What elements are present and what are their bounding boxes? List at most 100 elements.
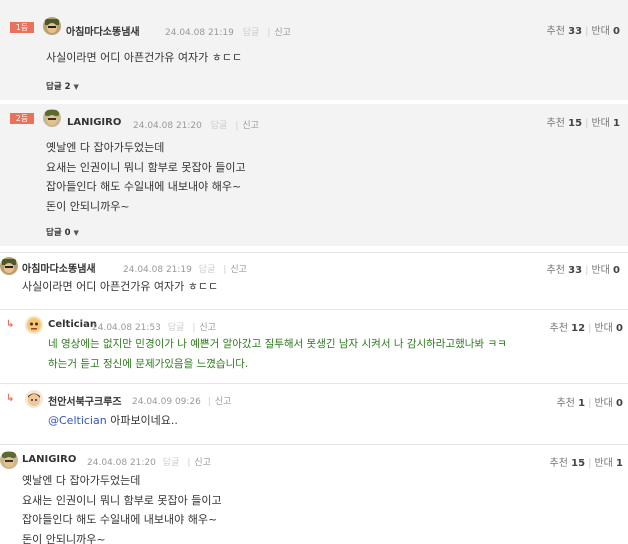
comment-date: 24.04.09 09:26 [132, 397, 201, 407]
vote-counts: 추천 15 | 반대 1 [547, 114, 620, 129]
replies-count: 답글 0 [46, 228, 71, 238]
replies-toggle[interactable]: 답글 0 ▼ [46, 226, 79, 238]
comment-author[interactable]: Celtician [48, 319, 97, 330]
comment-line: 하는거 듣고 정신에 문제가있음을 느꼈습니다. [48, 357, 249, 370]
recommend-button[interactable]: 추천 1 [557, 398, 586, 409]
divider: | [585, 118, 589, 129]
comment-meta: 24.04.08 21:20 답글 | 신고 [133, 118, 259, 131]
oppose-button[interactable]: 반대 1 [594, 458, 623, 469]
comment-line: 네 영상에는 없지만 민경이가 나 예쁜거 알아갔고 질투해서 못생긴 남자 시… [48, 338, 507, 350]
report-link[interactable]: 신고 [274, 28, 291, 38]
caret-down-icon: ▼ [73, 83, 79, 91]
military-cap-avatar-icon[interactable] [43, 109, 61, 127]
rank-badge: 2등 [10, 113, 34, 124]
comment-date: 24.04.08 21:19 [123, 265, 192, 275]
reply-item: ↳ 천안서북구크루즈 24.04.09 09:26 | 신고 추천 1 | 반대 0 … [0, 383, 628, 441]
reply-arrow-icon: ↳ [6, 393, 15, 404]
reply-link[interactable]: 답글 [163, 458, 180, 468]
oppose-label: 반대 [591, 26, 610, 37]
reply-link[interactable]: 답글 [199, 265, 216, 275]
robot-avatar-icon[interactable] [25, 316, 43, 334]
comment-line: 돈이 안되니까우~ [22, 532, 106, 544]
recommend-count: 15 [571, 458, 586, 469]
comment-item: 아침마다소똥냄새 24.04.08 21:19 답글 | 신고 추천 33 | 반대 0… [0, 252, 628, 300]
comment-date: 24.04.08 21:19 [165, 28, 234, 38]
oppose-button[interactable]: 반대 0 [594, 398, 623, 409]
divider: | [192, 323, 196, 333]
brown-hair-avatar-icon[interactable] [25, 390, 43, 408]
caret-down-icon: ▼ [73, 229, 79, 237]
oppose-count: 1 [613, 118, 620, 129]
reply-item: ↳ Celtician 24.04.08 21:53 답글 | 신고 추천 12 | 반… [0, 309, 628, 379]
oppose-label: 반대 [594, 458, 613, 469]
divider: | [585, 26, 589, 37]
replies-toggle[interactable]: 답글 2 ▼ [46, 80, 79, 92]
reply-link[interactable]: 답글 [211, 121, 228, 131]
recommend-button[interactable]: 추천 15 [547, 118, 583, 129]
oppose-label: 반대 [591, 118, 610, 129]
comment-line: 잡아들인다 해도 수일내에 내보내야 해우~ [22, 513, 218, 526]
comment-line: 돈이 안되니까우~ [46, 199, 130, 213]
comment-line: 요새는 인권이니 뭐니 함부로 못잡아 들이고 [22, 493, 222, 507]
recommend-button[interactable]: 추천 12 [550, 323, 586, 334]
comment-line: 사실이라면 어디 아픈건가유 여자가 ㅎㄷㄷ [46, 51, 243, 64]
divider: | [585, 265, 589, 276]
comment-item: LANIGIRO 24.04.08 21:20 답글 | 신고 추천 15 | 반대 1… [0, 444, 628, 544]
oppose-count: 0 [613, 265, 620, 276]
reply-link[interactable]: 답글 [168, 323, 185, 333]
report-link[interactable]: 신고 [199, 323, 216, 333]
best-comment-1: 1등 아침마다소똥냄새 24.04.08 21:19 답글 | 신고 추천 33 | 반… [0, 0, 628, 100]
best-comment-2: 2등 LANIGIRO 24.04.08 21:20 답글 | 신고 추천 15 | 반… [0, 104, 628, 246]
recommend-label: 추천 [549, 323, 568, 334]
comment-body: 사실이라면 어디 아픈건가유 여자가 ㅎㄷㄷ [22, 277, 218, 297]
oppose-button[interactable]: 반대 1 [591, 118, 620, 129]
vote-counts: 추천 15 | 반대 1 [550, 454, 623, 469]
comment-author[interactable]: LANIGIRO [67, 117, 121, 128]
divider: | [588, 458, 592, 469]
recommend-label: 추천 [546, 118, 565, 129]
vote-counts: 추천 1 | 반대 0 [557, 394, 624, 409]
recommend-count: 12 [571, 323, 586, 334]
soldier-avatar-icon[interactable] [43, 17, 61, 35]
report-link[interactable]: 신고 [230, 265, 247, 275]
comment-date: 24.04.08 21:20 [87, 458, 156, 468]
report-link[interactable]: 신고 [242, 121, 259, 131]
comment-author[interactable]: 아침마다소똥냄새 [22, 260, 96, 275]
recommend-label: 추천 [549, 458, 568, 469]
recommend-button[interactable]: 추천 15 [550, 458, 586, 469]
reply-link[interactable]: 답글 [243, 28, 260, 38]
report-link[interactable]: 신고 [215, 397, 232, 407]
recommend-button[interactable]: 추천 33 [547, 265, 583, 276]
replies-count: 답글 2 [46, 82, 71, 92]
reply-arrow-icon: ↳ [6, 319, 15, 330]
divider: | [588, 398, 592, 409]
comment-text: 아파보이네요.. [106, 414, 178, 427]
oppose-count: 0 [616, 323, 623, 334]
military-cap-avatar-icon[interactable] [0, 451, 18, 469]
comment-author[interactable]: LANIGIRO [22, 454, 76, 465]
recommend-label: 추천 [546, 265, 565, 276]
oppose-button[interactable]: 반대 0 [591, 265, 620, 276]
recommend-label: 추천 [556, 398, 575, 409]
soldier-avatar-icon[interactable] [0, 257, 18, 275]
comment-line: 잡아들인다 해도 수일내에 내보내야 해우~ [46, 180, 242, 193]
mention-link[interactable]: @Celtician [48, 414, 107, 427]
recommend-count: 1 [578, 398, 586, 409]
oppose-label: 반대 [594, 323, 613, 334]
oppose-count: 0 [616, 398, 623, 409]
comment-line: 사실이라면 어디 아픈건가유 여자가 ㅎㄷㄷ [22, 280, 219, 293]
comment-body: 네 영상에는 없지만 민경이가 나 예쁜거 알아갔고 질투해서 못생긴 남자 시… [48, 335, 507, 374]
recommend-button[interactable]: 추천 33 [547, 26, 583, 37]
recommend-count: 15 [568, 118, 583, 129]
report-link[interactable]: 신고 [194, 458, 211, 468]
comment-date: 24.04.08 21:20 [133, 121, 202, 131]
comment-line: 옛날엔 다 잡아가두었는데 [46, 141, 165, 154]
comment-author[interactable]: 아침마다소똥냄새 [66, 23, 140, 38]
rank-badge: 1등 [10, 22, 34, 33]
comment-author[interactable]: 천안서북구크루즈 [48, 393, 122, 408]
comment-body: 사실이라면 어디 아픈건가유 여자가 ㅎㄷㄷ [46, 48, 242, 68]
oppose-button[interactable]: 반대 0 [594, 323, 623, 334]
comment-date: 24.04.08 21:53 [92, 323, 161, 333]
oppose-button[interactable]: 반대 0 [591, 26, 620, 37]
recommend-label: 추천 [546, 26, 565, 37]
